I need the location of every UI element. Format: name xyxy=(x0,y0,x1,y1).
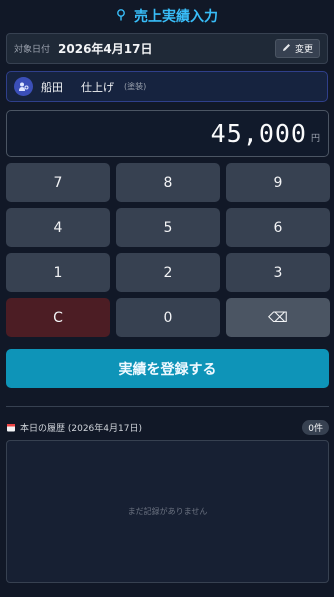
key-5[interactable]: 5 xyxy=(116,208,220,247)
change-date-label: 変更 xyxy=(294,45,313,55)
amount-display: 45,000 円 xyxy=(6,110,329,157)
history-title: 本日の履歴 (2026年4月17日) xyxy=(20,423,142,434)
key-4[interactable]: 4 xyxy=(6,208,110,247)
date-value: 2026年4月17日 xyxy=(58,42,153,56)
key-3[interactable]: 3 xyxy=(226,253,330,292)
staff-name: 船田 xyxy=(41,80,63,94)
key-1[interactable]: 1 xyxy=(6,253,110,292)
key-9[interactable]: 9 xyxy=(226,163,330,202)
amount-unit: 円 xyxy=(310,134,320,144)
history-list: まだ記録がありません xyxy=(6,440,329,583)
staff-avatar-icon xyxy=(14,77,33,96)
key-2[interactable]: 2 xyxy=(116,253,220,292)
history-header: 本日の履歴 (2026年4月17日) 0件 xyxy=(6,418,329,436)
pin-icon xyxy=(116,8,126,24)
page-title-bar: 売上実績入力 xyxy=(0,0,334,32)
page-title: 売上実績入力 xyxy=(134,9,218,25)
date-row: 対象日付 2026年4月17日 変更 xyxy=(6,33,328,64)
history-empty-message: まだ記録がありません xyxy=(127,507,208,516)
staff-department: 仕上げ xyxy=(81,80,114,94)
clear-key[interactable]: C xyxy=(6,298,110,337)
calendar-icon xyxy=(6,422,16,432)
key-0[interactable]: 0 xyxy=(116,298,220,337)
backspace-key[interactable]: ⌫ xyxy=(226,298,330,337)
register-button[interactable]: 実績を登録する xyxy=(6,349,329,388)
date-label: 対象日付 xyxy=(14,45,51,55)
staff-selector[interactable]: 船田 仕上げ (塗装) xyxy=(6,71,328,102)
amount-value: 45,000 xyxy=(210,119,307,148)
change-date-button[interactable]: 変更 xyxy=(274,39,320,58)
edit-icon xyxy=(282,43,291,55)
key-7[interactable]: 7 xyxy=(6,163,110,202)
key-8[interactable]: 8 xyxy=(116,163,220,202)
divider xyxy=(6,406,329,407)
staff-department-sub: (塗装) xyxy=(124,82,147,91)
history-count-badge: 0件 xyxy=(302,419,329,435)
key-6[interactable]: 6 xyxy=(226,208,330,247)
